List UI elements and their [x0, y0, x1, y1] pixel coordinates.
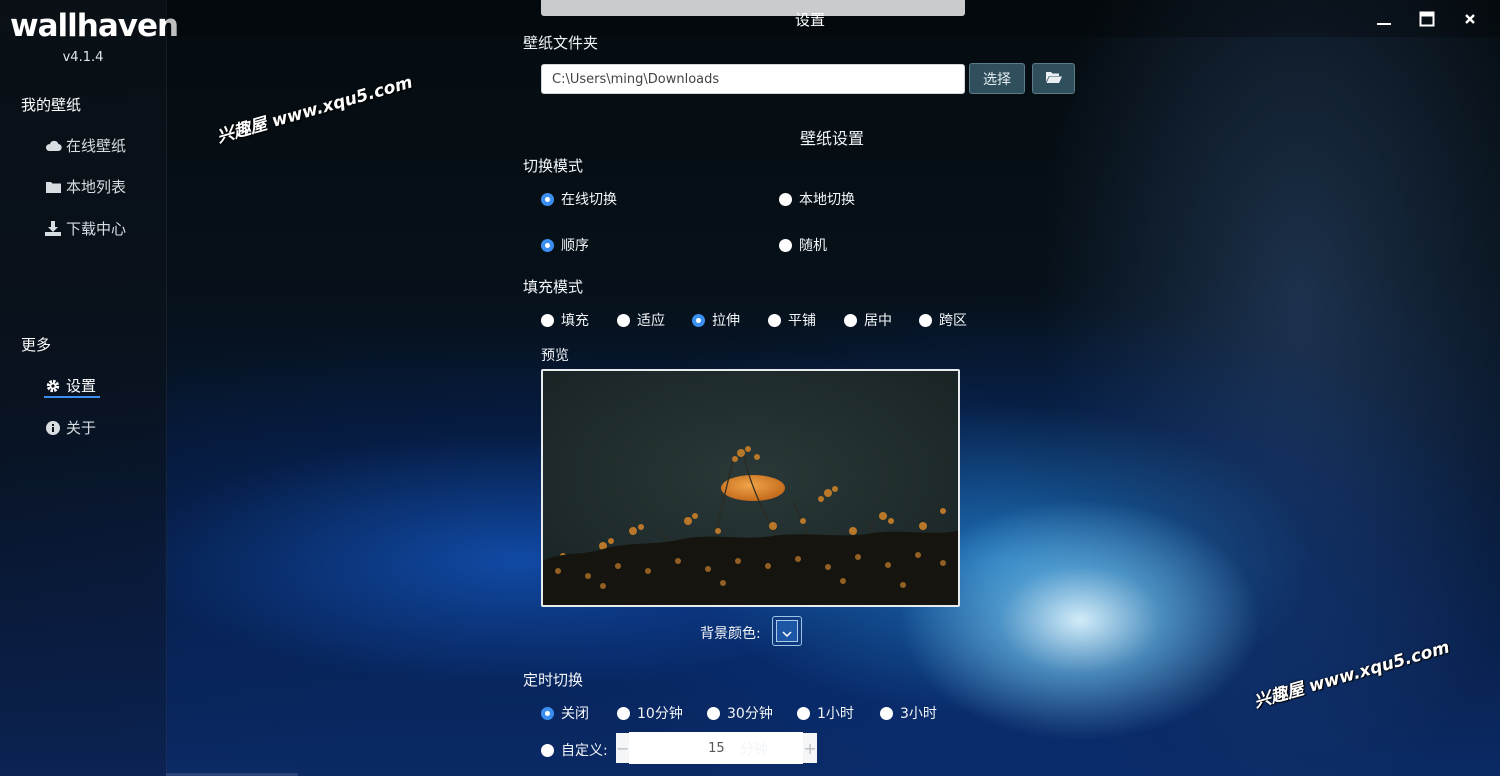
- radio-dot: [797, 706, 810, 720]
- decrement-button[interactable]: −: [616, 733, 630, 763]
- radio-label: 10分钟: [637, 706, 683, 722]
- preview-image: [543, 371, 958, 605]
- radio-fill[interactable]: 填充: [541, 310, 589, 330]
- choose-folder-button[interactable]: 选择: [969, 63, 1025, 94]
- radio-dot: [844, 313, 857, 327]
- radio-dot: [541, 743, 554, 757]
- sidebar-item-label: 关于: [66, 419, 97, 437]
- fill-mode-label: 填充模式: [523, 278, 584, 296]
- radio-sequential[interactable]: 顺序: [541, 235, 589, 255]
- radio-label: 本地切换: [799, 192, 855, 208]
- radio-dot: [779, 192, 792, 206]
- close-button[interactable]: [1461, 10, 1479, 28]
- radio-dot: [692, 313, 705, 327]
- radio-label: 30分钟: [727, 706, 773, 722]
- drag-handle[interactable]: [541, 0, 965, 16]
- color-swatch: [776, 620, 798, 642]
- radio-timer-off[interactable]: 关闭: [541, 703, 589, 723]
- radio-dot: [541, 238, 554, 252]
- custom-minutes-input[interactable]: [629, 732, 804, 764]
- folder-icon: [44, 181, 62, 193]
- window-title: 设置: [794, 11, 825, 29]
- bg-color-picker[interactable]: [772, 616, 802, 646]
- radio-label: 跨区: [939, 313, 967, 329]
- radio-dot: [541, 706, 554, 720]
- sidebar-item-label: 设置: [66, 377, 97, 395]
- sidebar: wallhaven v4.1.4 我的壁纸 在线壁纸 本地列表 下载中心 更多 …: [0, 0, 179, 776]
- switch-mode-label: 切换模式: [523, 157, 584, 175]
- bg-color-label: 背景颜色:: [700, 626, 761, 642]
- custom-minutes-stepper: − +: [616, 732, 817, 764]
- radio-dot: [541, 192, 554, 206]
- sidebar-item-local-list[interactable]: 本地列表: [44, 176, 126, 197]
- radio-dot: [919, 313, 932, 327]
- radio-label: 自定义:: [561, 743, 608, 759]
- radio-dot: [768, 313, 781, 327]
- radio-label: 居中: [864, 313, 892, 329]
- info-icon: [44, 420, 62, 435]
- sidebar-item-about[interactable]: 关于: [44, 417, 96, 438]
- radio-label: 关闭: [561, 706, 589, 722]
- folder-path-input[interactable]: [541, 64, 965, 94]
- radio-timer-custom[interactable]: 自定义:: [541, 740, 608, 760]
- sidebar-section-more: 更多: [21, 336, 52, 354]
- sidebar-item-label: 下载中心: [66, 220, 127, 238]
- preview-label: 预览: [541, 348, 569, 364]
- radio-label: 填充: [561, 313, 589, 329]
- radio-timer-3h[interactable]: 3小时: [880, 703, 937, 723]
- download-icon: [44, 221, 62, 236]
- radio-label: 平铺: [788, 313, 816, 329]
- radio-dot: [707, 706, 720, 720]
- radio-dot: [880, 706, 893, 720]
- radio-label: 3小时: [900, 706, 937, 722]
- radio-span[interactable]: 跨区: [919, 310, 967, 330]
- radio-stretch[interactable]: 拉伸: [692, 310, 740, 330]
- radio-timer-30min[interactable]: 30分钟: [707, 703, 773, 723]
- radio-dot: [779, 238, 792, 252]
- active-indicator: [44, 396, 100, 398]
- folder-open-icon: [1045, 71, 1062, 87]
- radio-timer-10min[interactable]: 10分钟: [617, 703, 683, 723]
- radio-local-switch[interactable]: 本地切换: [779, 189, 855, 209]
- sidebar-item-label: 在线壁纸: [66, 137, 127, 155]
- radio-center[interactable]: 居中: [844, 310, 892, 330]
- app-logo: wallhaven: [10, 8, 179, 44]
- gear-icon: [44, 379, 62, 393]
- custom-unit-label: 分钟: [740, 742, 768, 758]
- timer-label: 定时切换: [523, 671, 584, 689]
- sidebar-item-label: 本地列表: [66, 178, 127, 196]
- radio-dot: [541, 313, 554, 327]
- radio-tile[interactable]: 平铺: [768, 310, 816, 330]
- watermark-text: 兴趣屋 www.xqu5.com: [1251, 637, 1452, 713]
- cloud-icon: [44, 140, 62, 152]
- sidebar-item-download-center[interactable]: 下载中心: [44, 218, 126, 239]
- chevron-down-icon: [782, 622, 792, 641]
- radio-label: 在线切换: [561, 192, 617, 208]
- maximize-button[interactable]: [1418, 10, 1436, 28]
- radio-label: 随机: [799, 238, 827, 254]
- wallpaper-preview: [541, 369, 960, 607]
- wallpaper-settings-heading: 壁纸设置: [800, 129, 865, 148]
- radio-label: 拉伸: [712, 313, 740, 329]
- radio-dot: [617, 706, 630, 720]
- radio-random[interactable]: 随机: [779, 235, 827, 255]
- open-folder-button[interactable]: [1032, 63, 1075, 94]
- minimize-button[interactable]: [1375, 10, 1393, 28]
- radio-label: 1小时: [817, 706, 854, 722]
- radio-fit[interactable]: 适应: [617, 310, 665, 330]
- radio-label: 适应: [637, 313, 665, 329]
- radio-online-switch[interactable]: 在线切换: [541, 189, 617, 209]
- watermark-text: 兴趣屋 www.xqu5.com: [214, 72, 415, 148]
- app-version: v4.1.4: [62, 50, 104, 65]
- radio-label: 顺序: [561, 238, 589, 254]
- folder-label: 壁纸文件夹: [523, 34, 599, 52]
- radio-timer-1h[interactable]: 1小时: [797, 703, 854, 723]
- sidebar-item-settings[interactable]: 设置: [44, 375, 96, 396]
- increment-button[interactable]: +: [803, 733, 817, 763]
- sidebar-section-my-wallpapers: 我的壁纸: [21, 96, 82, 114]
- radio-dot: [617, 313, 630, 327]
- sidebar-item-online-wallpapers[interactable]: 在线壁纸: [44, 135, 126, 156]
